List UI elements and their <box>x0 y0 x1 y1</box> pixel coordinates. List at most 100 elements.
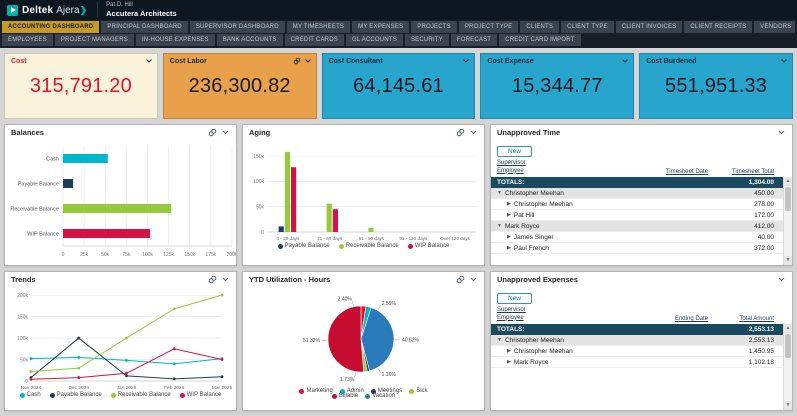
kpi-card-cost[interactable]: Cost315,791.20 <box>4 53 158 119</box>
collapse-chevron-icon[interactable] <box>777 275 786 284</box>
table-row-mark-royce[interactable]: ▶Mark Royce1,102.18 <box>491 357 792 368</box>
link-icon[interactable] <box>208 128 217 137</box>
collapse-chevron-icon[interactable] <box>462 57 470 65</box>
scroll-thumb[interactable] <box>785 187 791 211</box>
link-icon[interactable] <box>456 275 465 284</box>
column-supervisor[interactable]: Supervisor <box>497 160 636 168</box>
table-row-christopher-meehan[interactable]: ▼Christopher Meehan450.00 <box>491 188 792 199</box>
nav-tab-project-managers[interactable]: PROJECT MANAGERS <box>55 34 134 46</box>
collapse-chevron-icon[interactable] <box>780 57 788 65</box>
svg-text:1.73%: 1.73% <box>340 377 355 383</box>
collapse-chevron-icon[interactable] <box>469 275 478 284</box>
collapse-row-icon[interactable]: ▼ <box>497 223 502 229</box>
scroll-up-arrow[interactable]: ▲ <box>784 324 792 333</box>
svg-text:51.32%: 51.32% <box>303 338 321 344</box>
new-button[interactable]: New <box>497 146 532 157</box>
nav-tab-client-invoices[interactable]: CLIENT INVOICES <box>616 21 683 33</box>
collapse-chevron-icon[interactable] <box>621 57 629 65</box>
legend-label: WIP Balance <box>187 392 222 398</box>
table-row-pat-hill[interactable]: ▶Pat Hill172.00 <box>491 210 792 221</box>
product-name[interactable]: Ajera❯ <box>56 5 87 16</box>
legend-item-payable-balance[interactable]: Payable Balance <box>50 392 102 398</box>
legend-item-wip-balance[interactable]: WIP Balance <box>180 392 222 398</box>
employee-name: Mark Royce <box>505 223 540 230</box>
expand-row-icon[interactable]: ▶ <box>507 245 511 251</box>
link-icon[interactable] <box>208 275 217 284</box>
svg-text:25k: 25k <box>80 252 89 258</box>
table-row-mark-royce[interactable]: ▼Mark Royce412.00 <box>491 221 792 232</box>
collapse-chevron-icon[interactable] <box>469 128 478 137</box>
table-row-christopher-meehan[interactable]: ▶Christopher Meehan1,450.95 <box>491 346 792 357</box>
nav-tab-bank-accounts[interactable]: BANK ACCOUNTS <box>217 34 283 46</box>
collapse-row-icon[interactable]: ▼ <box>497 190 502 196</box>
svg-text:1.16%: 1.16% <box>382 372 397 378</box>
expand-row-icon[interactable]: ▶ <box>507 201 511 207</box>
nav-tab-in-house-expenses[interactable]: IN-HOUSE EXPENSES <box>136 34 215 46</box>
link-icon[interactable] <box>293 57 301 65</box>
nav-tab-accounting-dashboard[interactable]: ACCOUNTING DASHBOARD <box>2 21 99 33</box>
panel-header: Aging <box>243 125 484 138</box>
table-row-christopher-meehan[interactable]: ▶Christopher Meehan278.00 <box>491 199 792 210</box>
kpi-card-cost-labor[interactable]: Cost Labor236,300.82 <box>163 53 317 119</box>
nav-tab-security[interactable]: SECURITY <box>405 34 449 46</box>
nav-tab-gl-accounts[interactable]: GL ACCOUNTS <box>346 34 403 46</box>
expand-row-icon[interactable]: ▶ <box>507 234 511 240</box>
legend-item-payable-balance[interactable]: Payable Balance <box>278 243 330 249</box>
kpi-card-cost-expense[interactable]: Cost Expense15,344.77 <box>480 53 634 119</box>
column-ending-date[interactable]: Ending Date <box>636 316 708 322</box>
link-icon[interactable] <box>456 128 465 137</box>
collapse-chevron-icon[interactable] <box>221 275 230 284</box>
legend-item-receivable-balance[interactable]: Receivable Balance <box>339 243 399 249</box>
nav-tab-credit-card-import[interactable]: CREDIT CARD IMPORT <box>499 34 580 46</box>
nav-tab-my-timesheets[interactable]: MY TIMESHEETS <box>287 21 350 33</box>
table-row-james-singer[interactable]: ▶James Singer40.00 <box>491 232 792 243</box>
scroll-thumb[interactable] <box>785 334 791 358</box>
nav-tab-clients[interactable]: CLIENTS <box>520 21 559 33</box>
legend-item-vacation[interactable]: Vacation <box>365 393 395 399</box>
nav-tab-employees[interactable]: EMPLOYEES <box>2 34 53 46</box>
nav-tab-principal-dashboard[interactable]: PRINCIPAL DASHBOARD <box>101 21 187 33</box>
column-total-amount[interactable]: Total Amount <box>708 316 786 322</box>
collapse-row-icon[interactable]: ▼ <box>497 337 502 343</box>
scroll-down-arrow[interactable]: ▼ <box>784 401 792 410</box>
nav-tab-projects[interactable]: PROJECTS <box>411 21 457 33</box>
legend-item-wip-balance[interactable]: WIP Balance <box>408 243 450 249</box>
expand-row-icon[interactable]: ▶ <box>507 212 511 218</box>
collapse-chevron-icon[interactable] <box>304 57 312 65</box>
legend-item-billable[interactable]: Billable <box>332 393 358 399</box>
legend-item-receivable-balance[interactable]: Receivable Balance <box>111 392 171 398</box>
kpi-card-cost-consultant[interactable]: Cost Consultant64,145.61 <box>322 53 476 119</box>
collapse-chevron-icon[interactable] <box>221 128 230 137</box>
nav-tab-credit-cards[interactable]: CREDIT CARDS <box>285 34 344 46</box>
svg-text:Nov 2024: Nov 2024 <box>21 385 42 391</box>
nav-tab-client-receipts[interactable]: CLIENT RECEIPTS <box>684 21 752 33</box>
scroll-down-arrow[interactable]: ▼ <box>784 256 792 265</box>
scroll-up-arrow[interactable]: ▲ <box>784 177 792 186</box>
collapse-chevron-icon[interactable] <box>777 128 786 137</box>
nav-tab-my-expenses[interactable]: MY EXPENSES <box>352 21 409 33</box>
table-row-paul-french[interactable]: ▶Paul French372.00 <box>491 243 792 254</box>
expand-row-icon[interactable]: ▶ <box>507 348 511 354</box>
nav-tab-client-type[interactable]: CLIENT TYPE <box>561 21 614 33</box>
nav-tab-project-type[interactable]: PROJECT TYPE <box>459 21 519 33</box>
column-timesheet-total[interactable]: Timesheet Total <box>708 169 786 175</box>
panel-header: Unapproved Time <box>491 125 792 138</box>
collapse-chevron-icon[interactable] <box>145 57 153 65</box>
svg-text:Receivable Balance: Receivable Balance <box>10 207 59 213</box>
column-employee[interactable]: Employee <box>497 315 636 323</box>
column-timesheet-date[interactable]: Timesheet Date <box>636 169 708 175</box>
kpi-card-cost-burdened[interactable]: Cost Burdened551,951.33 <box>639 53 793 119</box>
legend-item-cash[interactable]: Cash <box>20 392 41 398</box>
new-button[interactable]: New <box>497 293 532 304</box>
nav-tab-forecast[interactable]: FORECAST <box>451 34 497 46</box>
nav-tab-vendors[interactable]: VENDORS <box>754 21 795 33</box>
vertical-scrollbar[interactable]: ▲▼ <box>783 324 792 410</box>
expand-row-icon[interactable]: ▶ <box>507 359 511 365</box>
column-supervisor[interactable]: Supervisor <box>497 307 636 315</box>
table-row-christopher-meehan[interactable]: ▼Christopher Meehan2,553.13 <box>491 335 792 346</box>
column-employee[interactable]: Employee <box>497 168 636 176</box>
nav-tab-supervisor-dashboard[interactable]: SUPERVISOR DASHBOARD <box>190 21 285 33</box>
legend-label: Cash <box>27 392 41 398</box>
vertical-scrollbar[interactable]: ▲▼ <box>783 177 792 265</box>
row-total: 2,553.13 <box>708 337 786 344</box>
